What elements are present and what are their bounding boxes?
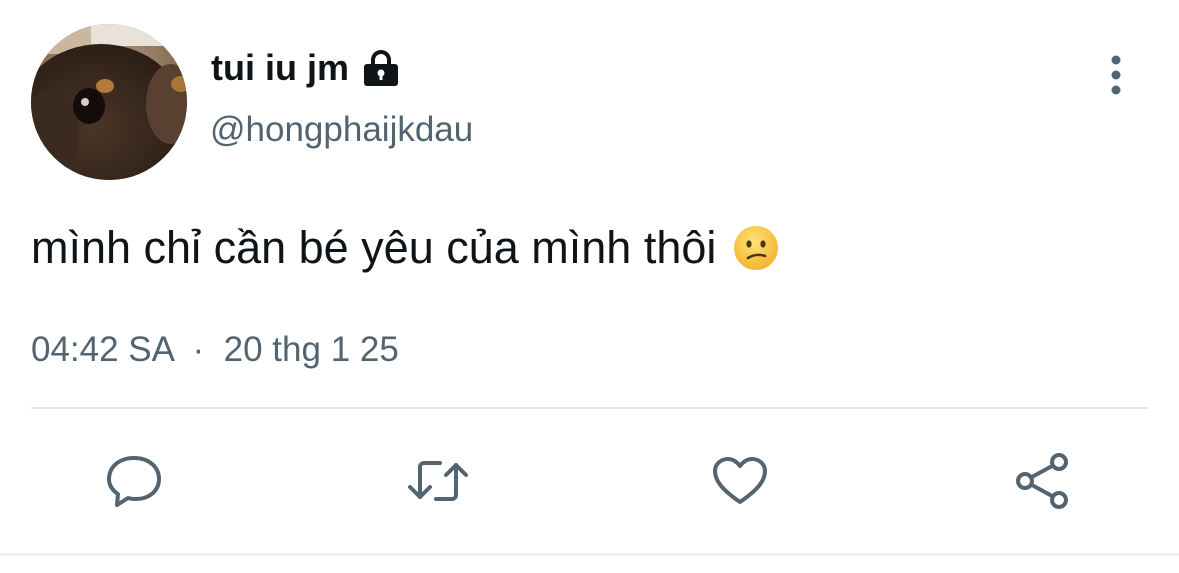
tweet-text: mình chỉ cần bé yêu của mình thôi <box>31 222 780 274</box>
avatar[interactable] <box>31 24 187 180</box>
share-icon <box>1014 452 1072 515</box>
retweet-icon <box>406 455 470 512</box>
lock-icon <box>361 48 401 88</box>
share-button[interactable] <box>1013 452 1073 515</box>
tweet: tui iu jm @hongphaijkdau mình chỉ cần bé… <box>0 0 1179 573</box>
comment-icon <box>105 453 163 514</box>
reply-button[interactable] <box>104 453 164 513</box>
tweet-text-content: mình chỉ cần bé yêu của mình thôi <box>31 222 717 273</box>
display-name[interactable]: tui iu jm <box>211 47 349 89</box>
divider <box>31 407 1149 409</box>
confused-face-emoji-icon <box>732 224 780 272</box>
heart-icon <box>711 455 769 512</box>
like-button[interactable] <box>710 453 770 513</box>
more-options-icon[interactable] <box>1099 54 1133 98</box>
display-name-row[interactable]: tui iu jm <box>211 44 401 92</box>
user-handle[interactable]: @hongphaijkdau <box>210 110 473 150</box>
tweet-timestamp[interactable]: 04:42 SA · 20 thg 1 25 <box>31 330 399 370</box>
retweet-button[interactable] <box>408 453 468 513</box>
tweet-date: 20 thg 1 25 <box>223 330 399 369</box>
bottom-divider <box>0 553 1179 556</box>
meta-separator: · <box>182 330 214 369</box>
tweet-time: 04:42 SA <box>31 330 174 369</box>
